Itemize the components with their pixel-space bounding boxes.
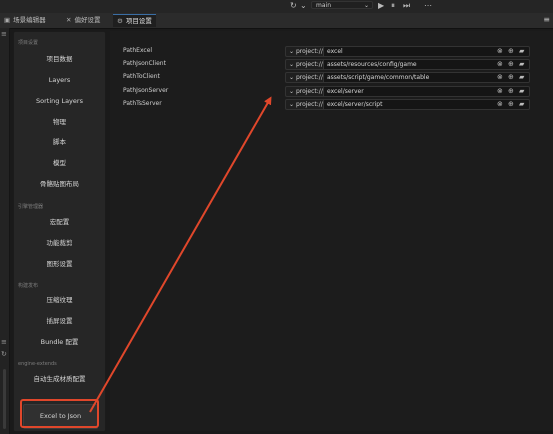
annotation-arrow xyxy=(89,96,272,413)
highlight-box xyxy=(20,399,99,428)
annotation-overlay xyxy=(20,96,272,428)
